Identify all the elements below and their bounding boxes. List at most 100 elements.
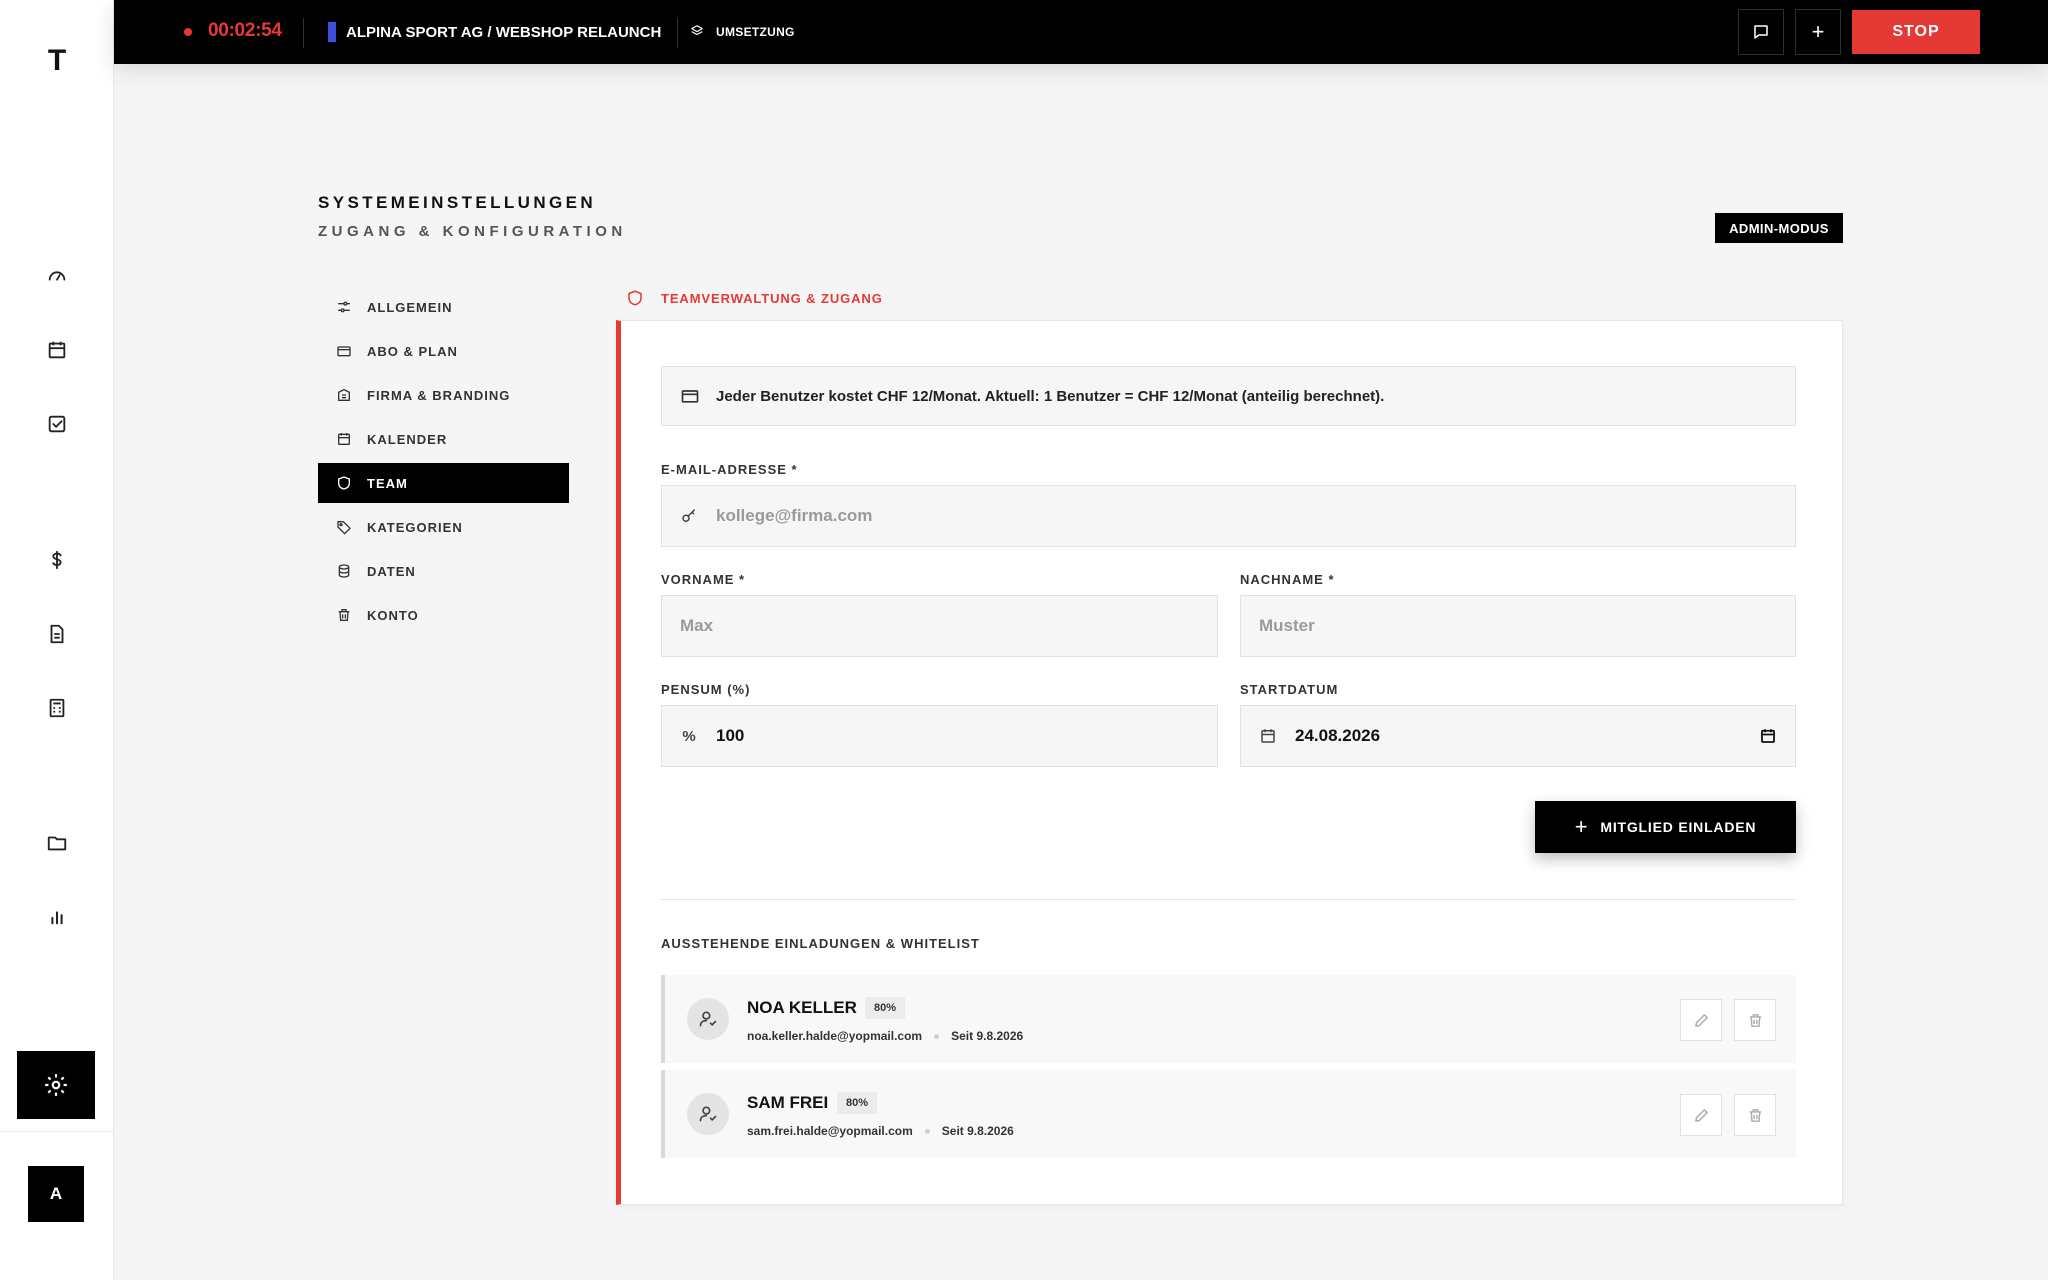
layers-icon [691,25,703,36]
settings-nav-abo[interactable]: ABO & PLAN [318,331,569,371]
meta-separator-dot [924,1128,930,1134]
trash-icon [1749,1013,1761,1027]
document-icon[interactable] [37,614,77,654]
invite-member-label: MITGLIED EINLADEN [1600,819,1757,835]
pensum-field-wrapper: % [661,705,1218,767]
user-check-icon [699,1106,717,1122]
edit-member-button[interactable] [1680,999,1722,1041]
timer-display: 00:02:54 [208,20,282,41]
left-rail: T A [0,0,114,1280]
credit-card-icon [337,346,351,357]
settings-nav-daten[interactable]: DATEN [318,551,569,591]
email-label: E-MAIL-ADRESSE * [661,462,798,477]
app-logo[interactable]: T [0,44,114,78]
pencil-icon [1694,1108,1708,1122]
trash-icon [1749,1108,1761,1122]
plus-icon: + [1574,814,1589,839]
recording-indicator [184,28,192,36]
member-pensum-badge: 80% [865,997,906,1019]
member-name: NOA KELLER [747,998,857,1017]
section-label-text: TEAMVERWALTUNG & ZUGANG [661,290,883,306]
startdate-field-wrapper [1240,705,1796,767]
credit-card-icon [681,390,699,403]
top-bar: 00:02:54 ALPINA SPORT AG / WEBSHOP RELAU… [114,0,2048,64]
page-title: SYSTEMEINSTELLUNGEN [318,193,597,212]
key-icon [680,507,698,525]
section-label: TEAMVERWALTUNG & ZUGANG [626,289,883,307]
admin-mode-badge: ADMIN-MODUS [1715,213,1843,243]
edit-member-button[interactable] [1680,1094,1722,1136]
settings-nav-firma[interactable]: FIRMA & BRANDING [318,375,569,415]
firstname-input[interactable] [680,596,1217,656]
delete-member-button[interactable] [1734,1094,1776,1136]
member-email: noa.keller.halde@yopmail.com [747,1029,923,1043]
calculator-icon[interactable] [37,688,77,728]
stop-button[interactable]: STOP [1852,10,1980,54]
pencil-icon [1694,1013,1708,1027]
percent-icon: % [682,727,696,745]
dollar-icon[interactable] [37,540,77,580]
project-color-marker [328,22,336,42]
member-meta: noa.keller.halde@yopmail.com Seit 9.8.20… [747,1029,1023,1043]
settings-nav-label: DATEN [367,563,416,579]
member-meta: sam.frei.halde@yopmail.com Seit 9.8.2026 [747,1124,1014,1138]
calendar-icon [338,433,350,445]
pending-member-row: SAM FREI 80% sam.frei.halde@yopmail.com … [661,1070,1796,1158]
settings-nav: ALLGEMEIN ABO & PLAN FIRMA & BRANDING KA… [318,287,569,639]
folder-icon[interactable] [37,823,77,863]
settings-nav-label: FIRMA & BRANDING [367,387,511,403]
user-avatar[interactable]: A [28,1166,84,1222]
pricing-notice-text: Jeder Benutzer kostet CHF 12/Monat. Aktu… [716,387,1385,405]
date-picker-icon[interactable] [1759,727,1777,745]
member-avatar [687,998,729,1040]
add-entry-button[interactable]: + [1795,9,1841,55]
lastname-input[interactable] [1259,596,1795,656]
invite-member-button[interactable]: + MITGLIED EINLADEN [1535,801,1796,853]
delete-member-button[interactable] [1734,999,1776,1041]
member-email: sam.frei.halde@yopmail.com [747,1124,913,1138]
settings-nav-label: KONTO [367,607,419,623]
settings-nav-kategorien[interactable]: KATEGORIEN [318,507,569,547]
pending-member-row: NOA KELLER 80% noa.keller.halde@yopmail.… [661,975,1796,1063]
email-field-wrapper [661,485,1796,547]
lastname-label: NACHNAME * [1240,572,1335,587]
trash-icon [338,609,350,621]
pensum-label: PENSUM (%) [661,682,751,697]
email-input[interactable] [716,486,1795,546]
section-divider [661,899,1796,900]
settings-nav-button[interactable] [17,1051,95,1119]
chart-icon[interactable] [37,897,77,937]
member-pensum-badge: 80% [837,1092,878,1114]
gear-icon [45,1074,67,1096]
user-check-icon [699,1011,717,1027]
settings-nav-konto[interactable]: KONTO [318,595,569,635]
pricing-notice: Jeder Benutzer kostet CHF 12/Monat. Aktu… [661,366,1796,426]
pensum-input[interactable] [716,706,1217,766]
comment-icon [1754,25,1768,39]
settings-nav-team[interactable]: TEAM [318,463,569,503]
sliders-icon [338,301,350,313]
page-subtitle: ZUGANG & KONFIGURATION [318,223,627,240]
startdate-label: STARTDATUM [1240,682,1339,697]
tag-icon [337,521,351,535]
member-avatar [687,1093,729,1135]
shield-icon [338,476,350,490]
settings-nav-label: ALLGEMEIN [367,299,453,315]
project-phase[interactable]: UMSETZUNG [716,25,795,39]
settings-nav-allgemein[interactable]: ALLGEMEIN [318,287,569,327]
settings-nav-label: KALENDER [367,431,448,447]
database-icon [338,564,350,578]
comment-button[interactable] [1738,9,1784,55]
lastname-field-wrapper [1240,595,1796,657]
settings-nav-label: KATEGORIEN [367,519,463,535]
dashboard-icon[interactable] [37,256,77,296]
startdate-input[interactable] [1295,706,1795,766]
tasks-icon[interactable] [37,404,77,444]
settings-nav-kalender[interactable]: KALENDER [318,419,569,459]
pending-list-title: AUSSTEHENDE EINLADUNGEN & WHITELIST [661,936,980,951]
firstname-field-wrapper [661,595,1218,657]
calendar-icon[interactable] [37,330,77,370]
topbar-separator [677,18,678,48]
project-name[interactable]: ALPINA SPORT AG / WEBSHOP RELAUNCH [346,24,661,41]
settings-nav-label: ABO & PLAN [367,343,458,359]
